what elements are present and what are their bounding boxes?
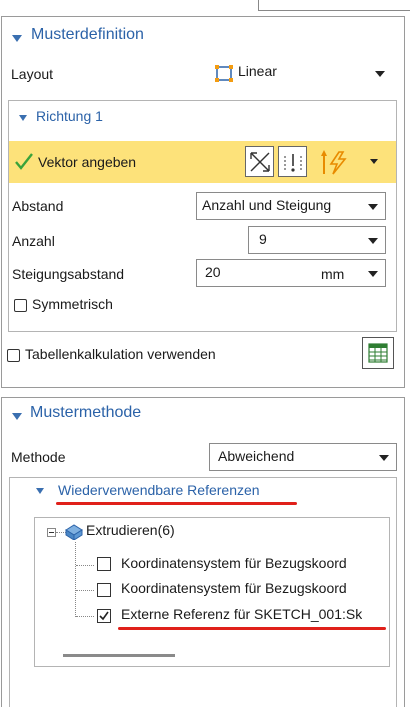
chevron-down-icon bbox=[368, 204, 378, 210]
symmetrisch-label: Symmetrisch bbox=[32, 296, 113, 312]
anzahl-label: Anzahl bbox=[12, 233, 55, 249]
tree-item-checkbox[interactable] bbox=[97, 557, 111, 571]
tree-item-label: Koordinatensystem für Bezugskoord bbox=[121, 555, 347, 571]
checkmark-icon bbox=[14, 151, 34, 171]
collapse-triangle-icon[interactable] bbox=[12, 35, 22, 42]
steigung-input[interactable]: 20 mm bbox=[196, 259, 386, 287]
extrude-feature-icon bbox=[64, 522, 84, 541]
collapse-minus-icon[interactable] bbox=[47, 528, 56, 537]
tree-item-label: Externe Referenz für SKETCH_001:Sk bbox=[121, 606, 363, 622]
steigung-label: Steigungsabstand bbox=[12, 266, 125, 282]
horizontal-scrollbar-thumb[interactable] bbox=[63, 654, 175, 657]
chevron-down-icon bbox=[368, 271, 378, 277]
section-title: Mustermethode bbox=[30, 404, 142, 421]
layout-select[interactable]: Linear bbox=[209, 60, 392, 89]
red-annotation-underline bbox=[118, 627, 386, 630]
vector-point-button[interactable] bbox=[278, 146, 307, 177]
section-title: Musterdefinition bbox=[31, 26, 144, 43]
anzahl-input[interactable]: 9 bbox=[248, 226, 386, 254]
group-title: Wiederverwendbare Referenzen bbox=[58, 482, 260, 498]
vector-options-chevron-icon[interactable] bbox=[370, 159, 378, 164]
tree-connector bbox=[76, 565, 94, 566]
methode-value: Abweichend bbox=[218, 448, 295, 464]
tree-item-label: Koordinatensystem für Bezugskoord bbox=[121, 580, 347, 596]
methode-select[interactable]: Abweichend bbox=[209, 443, 397, 471]
top-remnant-box bbox=[258, 0, 410, 11]
methode-label: Methode bbox=[11, 449, 66, 465]
chevron-down-icon bbox=[375, 71, 385, 77]
collapse-triangle-icon[interactable] bbox=[12, 413, 22, 420]
anzahl-value: 9 bbox=[259, 231, 267, 247]
collapse-triangle-icon[interactable] bbox=[19, 115, 27, 121]
red-annotation-underline bbox=[56, 502, 297, 505]
tree-connector bbox=[76, 590, 94, 591]
vektor-label: Vektor angeben bbox=[38, 154, 137, 170]
layout-value: Linear bbox=[238, 63, 277, 79]
vector-inference-icon bbox=[321, 148, 353, 176]
reverse-direction-button[interactable] bbox=[245, 146, 274, 177]
steigung-value: 20 bbox=[205, 264, 221, 280]
tree-connector bbox=[76, 616, 94, 617]
spreadsheet-button[interactable] bbox=[362, 337, 394, 369]
symmetrisch-checkbox[interactable] bbox=[14, 299, 27, 312]
abstand-select[interactable]: Anzahl und Steigung bbox=[196, 192, 386, 220]
steigung-unit: mm bbox=[321, 266, 345, 282]
linear-pattern-icon bbox=[215, 65, 233, 82]
tabellen-checkbox[interactable] bbox=[7, 349, 20, 362]
abstand-value: Anzahl und Steigung bbox=[202, 197, 332, 213]
tree-item-checkbox[interactable] bbox=[97, 583, 111, 597]
reverse-direction-icon bbox=[249, 151, 271, 173]
chevron-down-icon bbox=[368, 238, 378, 244]
group-title: Richtung 1 bbox=[36, 108, 103, 124]
abstand-label: Abstand bbox=[12, 198, 64, 214]
layout-label: Layout bbox=[11, 66, 54, 82]
tree-connector bbox=[75, 542, 76, 617]
vector-point-icon bbox=[282, 151, 304, 173]
tabellen-label: Tabellenkalkulation verwenden bbox=[25, 346, 216, 362]
collapse-triangle-icon[interactable] bbox=[36, 488, 44, 494]
spreadsheet-icon bbox=[368, 343, 388, 363]
vector-inference-button[interactable] bbox=[319, 146, 357, 177]
chevron-down-icon bbox=[379, 455, 389, 461]
tree-item-checkbox-checked[interactable] bbox=[97, 609, 111, 623]
tree-root-label: Extrudieren(6) bbox=[86, 522, 175, 538]
